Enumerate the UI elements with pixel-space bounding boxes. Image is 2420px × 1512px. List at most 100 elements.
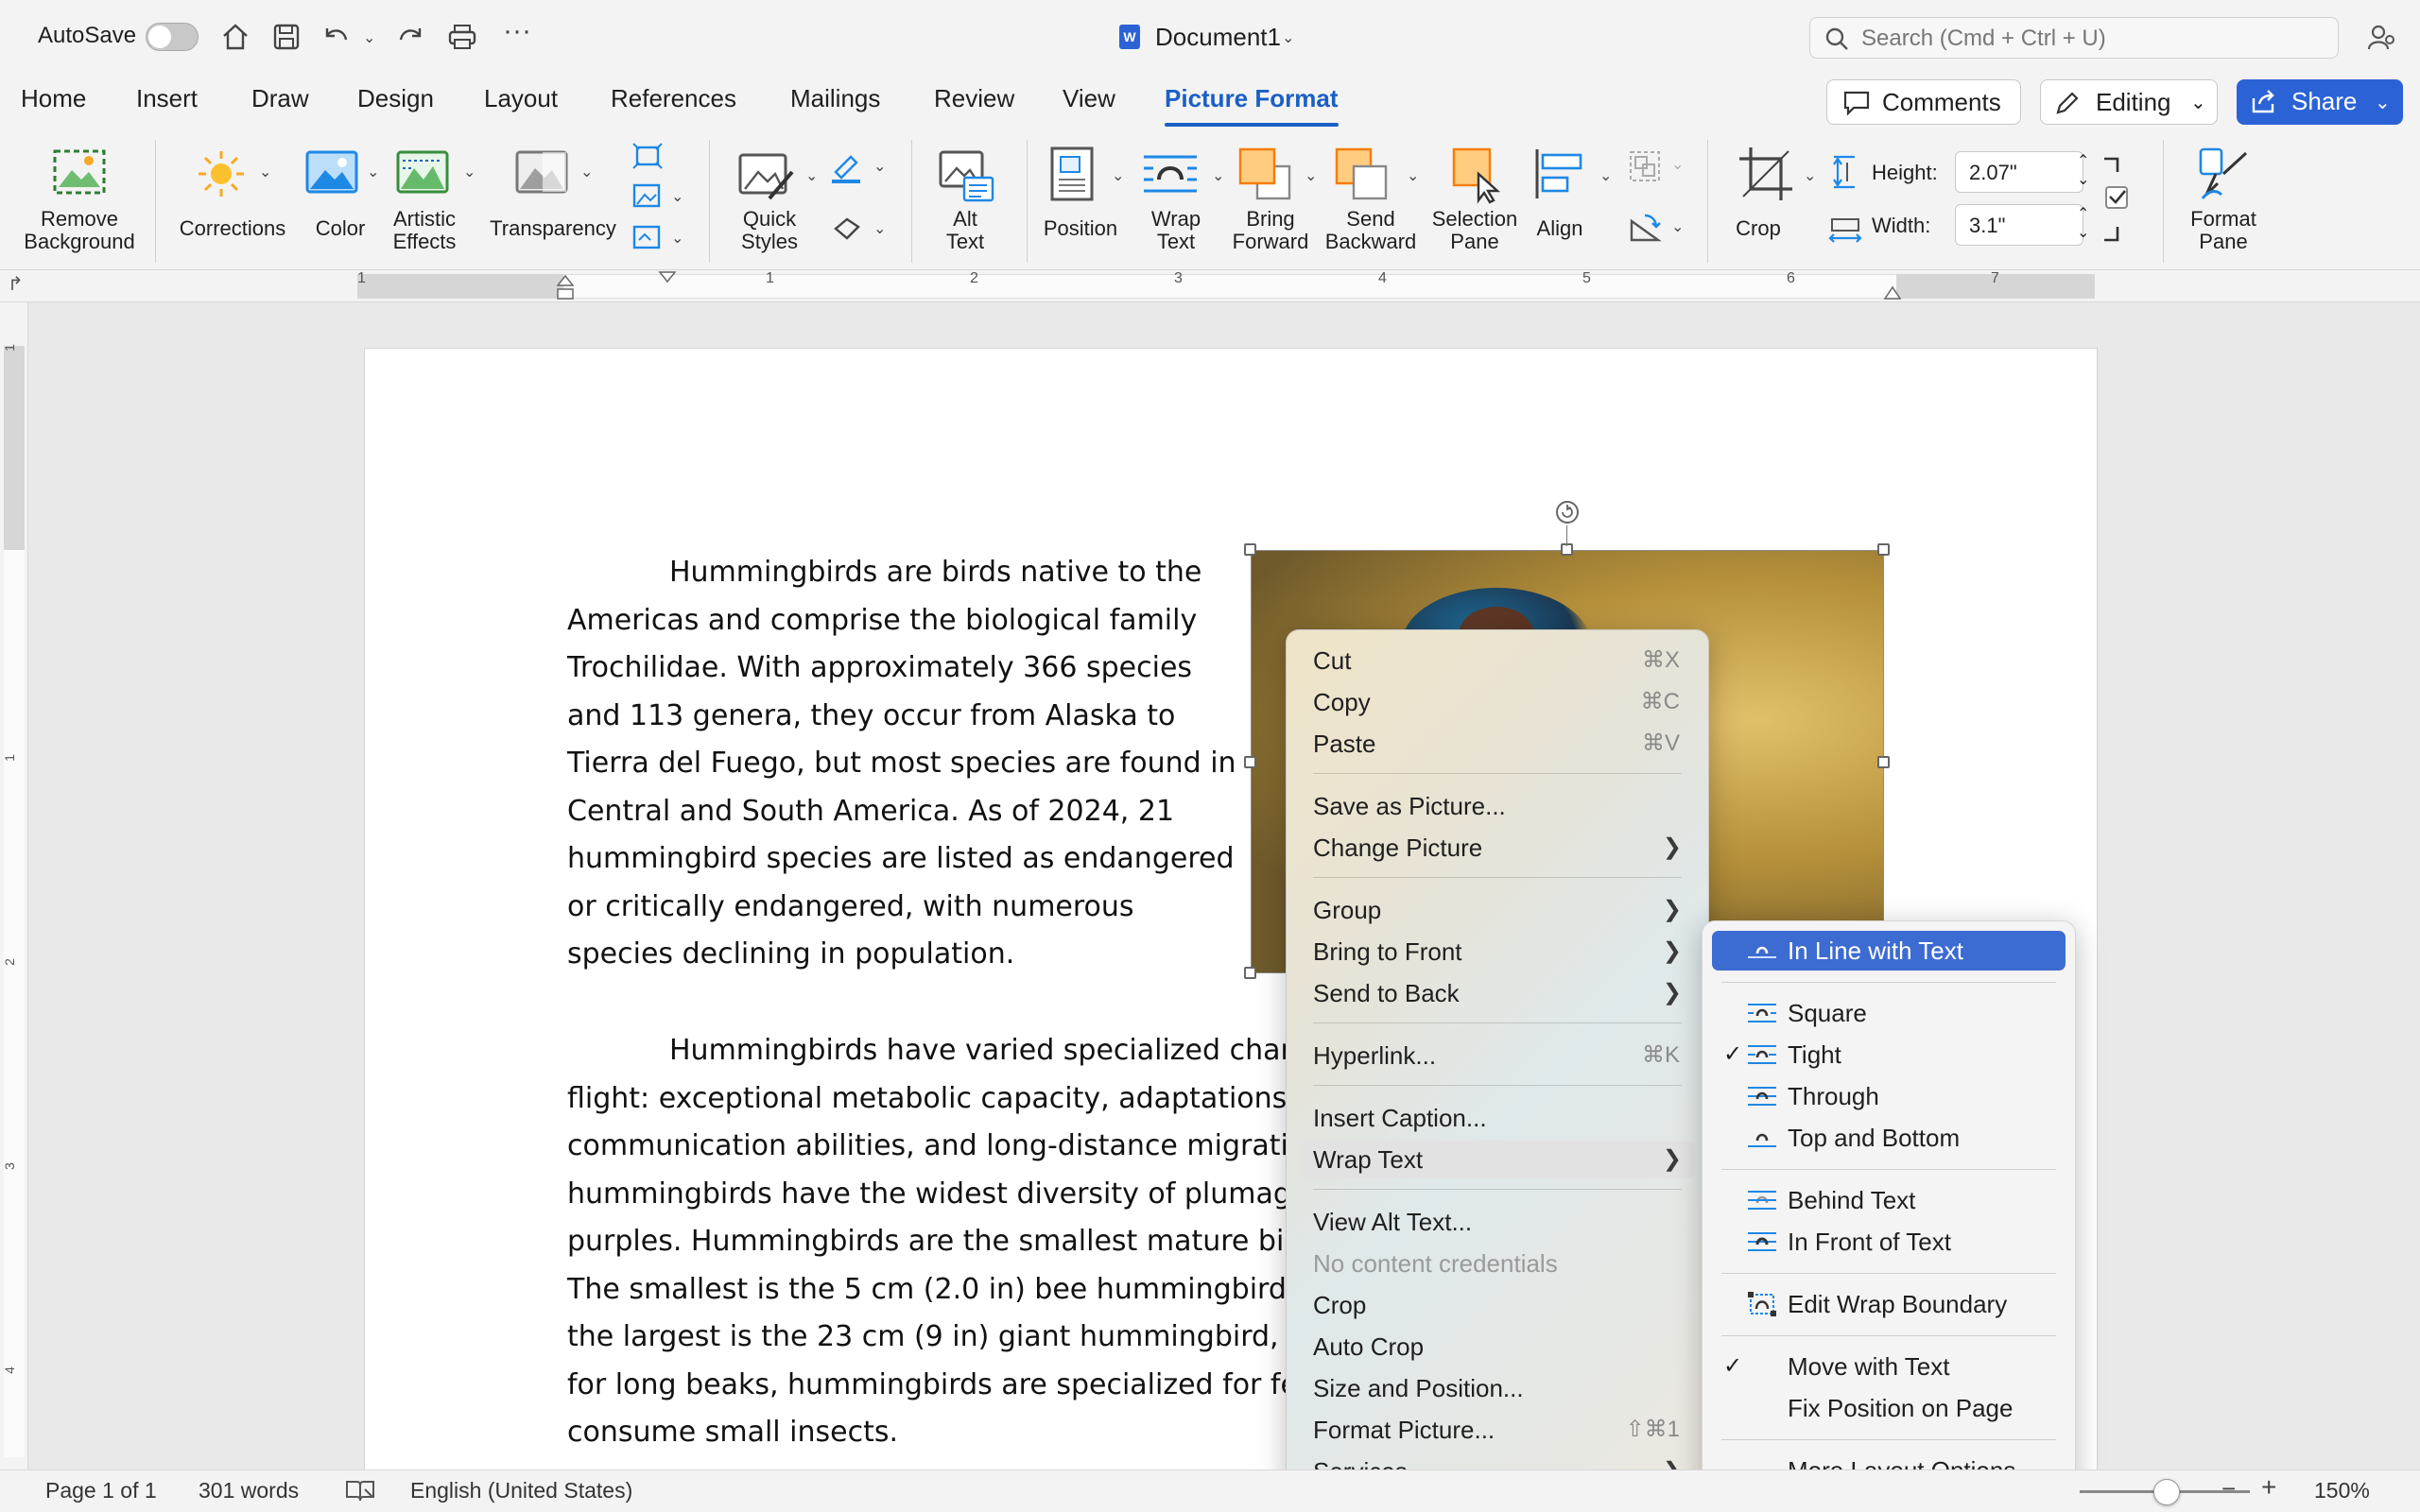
tab-stop-icon[interactable]: ↱ — [8, 272, 24, 296]
corrections-button[interactable]: ⌄ Corrections — [174, 142, 295, 265]
remove-background-button[interactable]: Remove Background — [17, 142, 142, 265]
zoom-level[interactable]: 150% — [2314, 1478, 2370, 1503]
tab-references[interactable]: References — [611, 76, 736, 132]
change-picture-chevron-down-icon[interactable]: ⌄ — [671, 187, 683, 206]
menu-item-change-picture[interactable]: Change Picture ❯ — [1300, 829, 1695, 867]
menu-item-format-picture[interactable]: Format Picture... ⇧⌘1 — [1300, 1411, 1695, 1449]
menu-item-paste[interactable]: Paste ⌘V — [1300, 725, 1695, 763]
submenu-item-edit-wrap-boundary[interactable]: Edit Wrap Boundary — [1712, 1284, 2066, 1324]
alt-text-button[interactable]: Alt Text — [923, 142, 1008, 265]
reset-picture-icon[interactable] — [631, 223, 664, 251]
selection-pane-button[interactable]: Selection Pane — [1422, 142, 1528, 265]
width-input[interactable]: 3.1" ⌃ ⌄ — [1955, 204, 2089, 246]
hanging-indent-marker[interactable] — [556, 272, 575, 302]
menu-item-hyperlink[interactable]: Hyperlink... ⌘K — [1300, 1037, 1695, 1074]
submenu-item-behind-text[interactable]: Behind Text — [1712, 1180, 2066, 1220]
undo-dropdown-icon[interactable]: ⌄ — [363, 28, 375, 47]
tab-layout[interactable]: Layout — [484, 76, 558, 132]
resize-handle[interactable] — [1244, 543, 1256, 556]
lock-aspect-ratio-icon[interactable] — [2100, 155, 2133, 246]
word-count[interactable]: 301 words — [199, 1478, 299, 1503]
height-input[interactable]: 2.07" ⌃ ⌄ — [1955, 151, 2089, 193]
rotate-chevron-down-icon[interactable]: ⌄ — [1671, 217, 1684, 236]
language-indicator[interactable]: English (United States) — [410, 1478, 632, 1503]
rotate-handle-icon[interactable] — [1554, 499, 1581, 525]
menu-item-view-alt-text[interactable]: View Alt Text... — [1300, 1203, 1695, 1241]
proofing-icon[interactable] — [344, 1478, 376, 1504]
zoom-out-icon[interactable]: − — [2221, 1474, 2236, 1503]
menu-item-crop[interactable]: Crop — [1300, 1286, 1695, 1324]
menu-item-wrap-text[interactable]: Wrap Text ❯ — [1300, 1141, 1695, 1178]
paragraph-2[interactable]: Hummingbirds have varied specialized cha… — [567, 1027, 1286, 1457]
editing-button[interactable]: Editing ⌄ — [2040, 79, 2218, 125]
submenu-item-square[interactable]: Square — [1712, 993, 2066, 1033]
zoom-slider-thumb[interactable] — [2153, 1479, 2180, 1505]
right-indent-marker[interactable] — [1883, 284, 1902, 301]
tab-design[interactable]: Design — [357, 76, 434, 132]
menu-item-insert-caption[interactable]: Insert Caption... — [1300, 1099, 1695, 1137]
format-pane-button[interactable]: Format Pane — [2174, 142, 2273, 265]
menu-item-group[interactable]: Group ❯ — [1300, 891, 1695, 929]
print-icon[interactable] — [446, 21, 478, 53]
tab-draw[interactable]: Draw — [251, 76, 309, 132]
picture-border-chevron-down-icon[interactable]: ⌄ — [873, 157, 886, 176]
height-stepper-icon[interactable]: ⌃ ⌄ — [2077, 152, 2089, 190]
more-icon[interactable]: ··· — [503, 15, 531, 47]
search-box[interactable]: Search (Cmd + Ctrl + U) — [1809, 17, 2339, 59]
menu-item-auto-crop[interactable]: Auto Crop — [1300, 1328, 1695, 1366]
home-icon[interactable] — [219, 21, 251, 53]
paragraph-1[interactable]: Hummingbirds are birds native to the Ame… — [567, 549, 1236, 979]
submenu-item-in-line-with-text[interactable]: In Line with Text — [1712, 931, 2066, 971]
submenu-item-move-with-text[interactable]: ✓ Move with Text — [1712, 1347, 2066, 1386]
comments-button[interactable]: Comments — [1826, 79, 2021, 125]
menu-item-cut[interactable]: Cut ⌘X — [1300, 642, 1695, 679]
redo-icon[interactable] — [395, 21, 427, 53]
account-icon[interactable] — [2365, 21, 2397, 53]
picture-border-icon[interactable] — [830, 151, 864, 183]
width-stepper-icon[interactable]: ⌃ ⌄ — [2077, 205, 2089, 243]
submenu-item-top-and-bottom[interactable]: Top and Bottom — [1712, 1118, 2066, 1158]
resize-handle[interactable] — [1877, 756, 1890, 768]
reset-picture-chevron-down-icon[interactable]: ⌄ — [671, 229, 683, 248]
resize-handle[interactable] — [1877, 543, 1890, 556]
position-button[interactable]: ⌄ Position — [1038, 142, 1138, 265]
change-picture-icon[interactable] — [631, 181, 664, 210]
tab-view[interactable]: View — [1063, 76, 1115, 132]
menu-item-bring-to-front[interactable]: Bring to Front ❯ — [1300, 933, 1695, 971]
menu-item-size-and-position[interactable]: Size and Position... — [1300, 1369, 1695, 1407]
vertical-ruler[interactable]: 1 1 2 3 4 — [0, 302, 28, 1469]
quick-styles-button[interactable]: ⌄ Quick Styles — [728, 142, 822, 265]
transparency-button[interactable]: ⌄ Transparency — [486, 142, 620, 265]
autosave-toggle[interactable] — [146, 23, 199, 51]
menu-item-send-to-back[interactable]: Send to Back ❯ — [1300, 974, 1695, 1012]
align-button[interactable]: ⌄ Align — [1530, 142, 1615, 265]
picture-effects-chevron-down-icon[interactable]: ⌄ — [873, 219, 886, 238]
resize-handle[interactable] — [1244, 756, 1256, 768]
document-title[interactable]: Document1 — [1155, 23, 1281, 52]
crop-button[interactable]: ⌄ Crop — [1726, 142, 1821, 265]
submenu-item-through[interactable]: Through — [1712, 1076, 2066, 1116]
compress-pictures-icon[interactable] — [631, 142, 664, 170]
menu-item-save-as-picture[interactable]: Save as Picture... — [1300, 787, 1695, 825]
submenu-item-fix-position-on-page[interactable]: Fix Position on Page — [1712, 1388, 2066, 1428]
picture-effects-icon[interactable] — [830, 214, 864, 242]
first-line-indent-marker[interactable] — [658, 270, 677, 285]
wrap-text-button[interactable]: ⌄ Wrap Text — [1136, 142, 1235, 265]
save-icon[interactable] — [270, 21, 302, 53]
color-button[interactable]: ⌄ Color — [297, 142, 388, 265]
bring-forward-button[interactable]: ⌄ Bring Forward — [1227, 142, 1329, 265]
resize-handle[interactable] — [1244, 967, 1256, 979]
tab-insert[interactable]: Insert — [136, 76, 198, 132]
page-count[interactable]: Page 1 of 1 — [45, 1478, 157, 1503]
send-backward-button[interactable]: ⌄ Send Backward — [1325, 142, 1431, 265]
tab-home[interactable]: Home — [21, 76, 86, 132]
title-chevron-down-icon[interactable]: ⌄ — [1282, 28, 1294, 47]
tab-review[interactable]: Review — [934, 76, 1014, 132]
zoom-in-icon[interactable]: + — [2261, 1472, 2276, 1503]
menu-item-copy[interactable]: Copy ⌘C — [1300, 683, 1695, 721]
undo-icon[interactable] — [320, 21, 352, 53]
horizontal-ruler[interactable]: ↱ 1 1 2 3 4 5 6 7 — [0, 270, 2420, 302]
share-button[interactable]: Share ⌄ — [2237, 79, 2403, 125]
tab-mailings[interactable]: Mailings — [790, 76, 880, 132]
submenu-item-tight[interactable]: ✓ Tight — [1712, 1035, 2066, 1074]
